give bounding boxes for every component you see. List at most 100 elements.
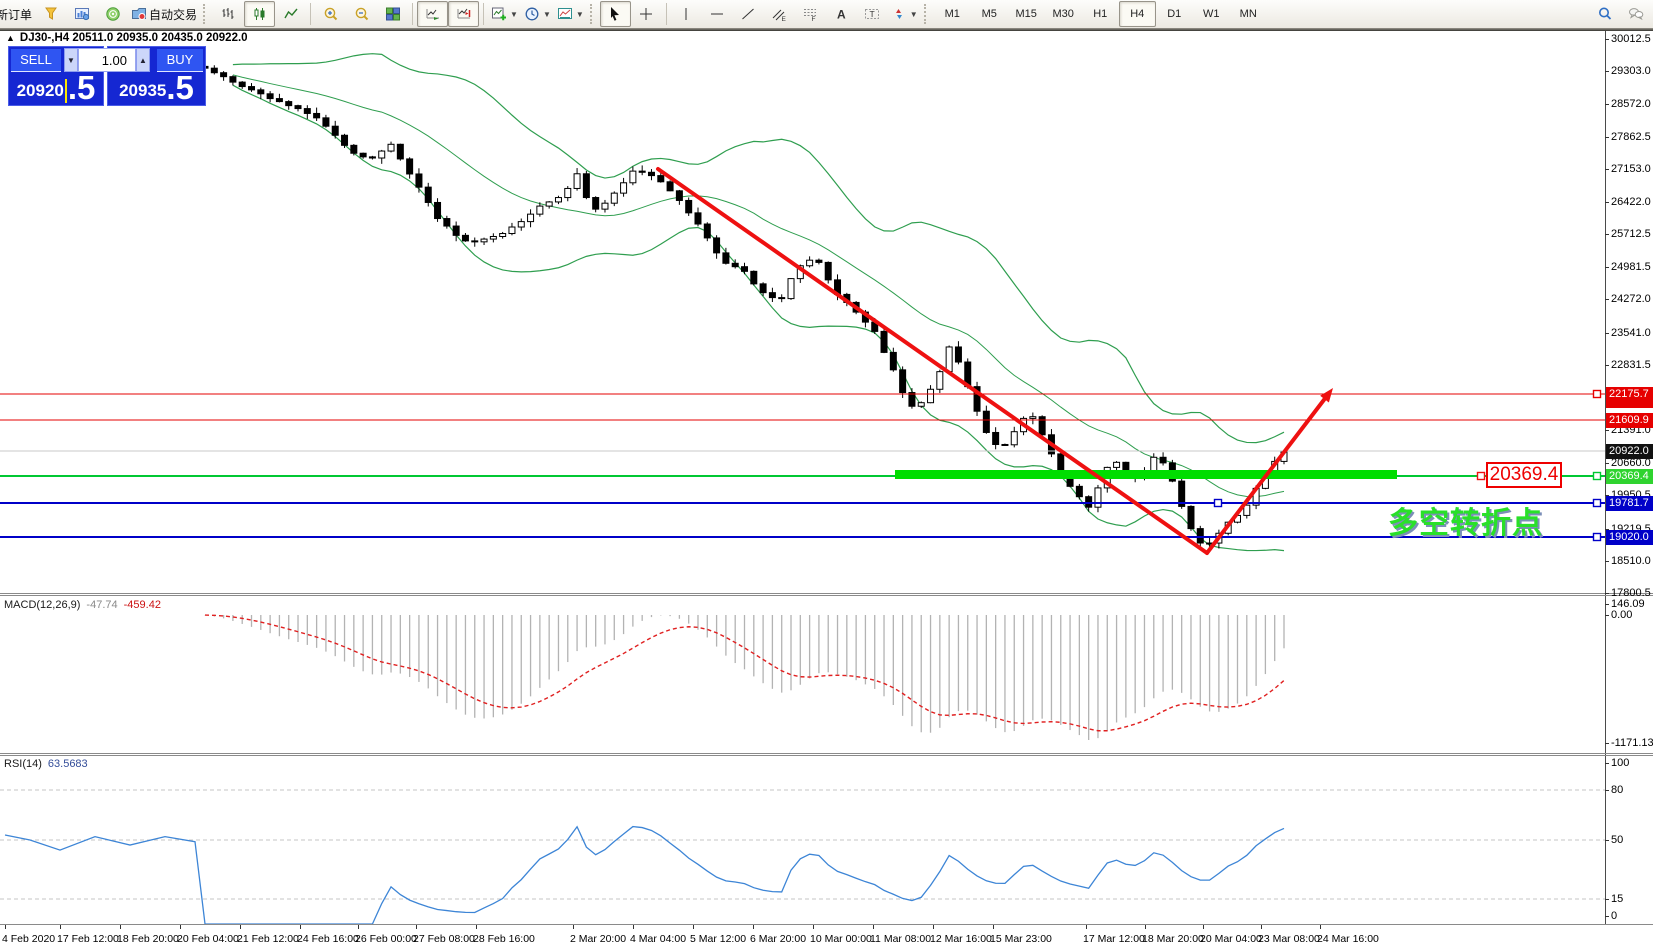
- chart-title-row: ▲ DJ30-,H4 20511.0 20935.0 20435.0 20922…: [6, 32, 248, 44]
- rsi-value: 63.5683: [48, 758, 88, 770]
- time-label: 26 Feb 00:00: [355, 933, 417, 945]
- time-tick: [300, 925, 301, 929]
- price-tick: 30012.5: [1611, 33, 1653, 45]
- time-label: 27 Feb 08:00: [413, 933, 475, 945]
- volume-up-button[interactable]: ▲: [136, 48, 150, 72]
- macd-signal-value: -459.42: [124, 599, 161, 611]
- price-tick: 27153.0: [1611, 163, 1653, 175]
- time-label: 20 Feb 04:00: [177, 933, 239, 945]
- time-label: 17 Feb 12:00: [57, 933, 119, 945]
- collapse-panel-icon[interactable]: ▲: [6, 33, 15, 43]
- time-tick: [813, 925, 814, 929]
- time-label: 4 Mar 04:00: [630, 933, 686, 945]
- time-tick: [1261, 925, 1262, 929]
- price-badge: 22175.7: [1606, 387, 1653, 402]
- sell-price[interactable]: 20920.5: [9, 73, 103, 103]
- macd-name: MACD(12,26,9): [4, 599, 80, 611]
- price-tick: 22831.5: [1611, 359, 1653, 371]
- time-tick: [993, 925, 994, 929]
- indicator-tick: 15: [1611, 893, 1653, 905]
- time-tick: [873, 925, 874, 929]
- indicator-tick: 0.00: [1611, 609, 1653, 621]
- macd-main-value: -47.74: [86, 599, 117, 611]
- time-tick: [416, 925, 417, 929]
- time-tick: [120, 925, 121, 929]
- chart-title: DJ30-,H4 20511.0 20935.0 20435.0 20922.0: [20, 32, 248, 44]
- indicator-tick: 100: [1611, 757, 1653, 769]
- price-badge: 21609.9: [1606, 413, 1653, 428]
- time-axis: 4 Feb 202017 Feb 12:0018 Feb 20:0020 Feb…: [0, 925, 1653, 949]
- price-badge: 19020.0: [1606, 530, 1653, 545]
- sell-price-main: 20920: [17, 79, 64, 103]
- time-label: 15 Mar 23:00: [990, 933, 1052, 945]
- time-label: 23 Mar 08:00: [1258, 933, 1320, 945]
- time-tick: [573, 925, 574, 929]
- price-tick: 27862.5: [1611, 131, 1653, 143]
- one-click-trading-panel: SELL 20920.5 BUY 20935.5 ▼ ▲: [8, 46, 206, 106]
- price-badge: [1606, 401, 1653, 408]
- time-tick: [933, 925, 934, 929]
- sell-price-pips: .5: [68, 73, 96, 103]
- time-tick: [1203, 925, 1204, 929]
- time-tick: [1320, 925, 1321, 929]
- indicator-tick: 0: [1611, 910, 1653, 922]
- time-label: 5 Mar 12:00: [690, 933, 746, 945]
- indicator-tick: 50: [1611, 834, 1653, 846]
- time-tick: [476, 925, 477, 929]
- rsi-label: RSI(14) 63.5683: [4, 758, 88, 770]
- time-tick: [5, 925, 6, 929]
- time-tick: [358, 925, 359, 929]
- time-label: 18 Mar 20:00: [1142, 933, 1204, 945]
- price-level-label[interactable]: 20369.4: [1486, 462, 1562, 488]
- indicator-tick: -1171.13: [1611, 737, 1653, 749]
- buy-price-main: 20935: [119, 79, 166, 103]
- time-label: 11 Mar 08:00: [870, 933, 931, 945]
- price-tick: 26422.0: [1611, 196, 1653, 208]
- mt4-terminal: 新订单自动交易▼▼▼EFAT▼M1M5M15M30H1H4D1W1MN ▲ DJ…: [0, 0, 1653, 949]
- price-badge: 20922.0: [1606, 444, 1653, 459]
- time-label: 6 Mar 20:00: [750, 933, 806, 945]
- time-label: 21 Feb 12:00: [237, 933, 299, 945]
- time-tick: [633, 925, 634, 929]
- price-tick: 23541.0: [1611, 327, 1653, 339]
- pane-splitter[interactable]: [0, 595, 1653, 596]
- price-tick: 24272.0: [1611, 293, 1653, 305]
- time-label: 10 Mar 00:00: [810, 933, 872, 945]
- time-label: 4 Feb 2020: [2, 933, 55, 945]
- time-label: 2 Mar 20:00: [570, 933, 626, 945]
- price-tick: 28572.0: [1611, 98, 1653, 110]
- price-badge: 19781.7: [1606, 496, 1653, 511]
- time-tick: [1145, 925, 1146, 929]
- price-tick: 24981.5: [1611, 261, 1653, 273]
- chart-canvas[interactable]: [0, 0, 1653, 949]
- price-badge: 20369.4: [1606, 469, 1653, 484]
- time-tick: [240, 925, 241, 929]
- macd-label: MACD(12,26,9) -47.74 -459.42: [4, 599, 161, 611]
- time-tick: [60, 925, 61, 929]
- time-label: 18 Feb 20:00: [117, 933, 179, 945]
- time-label: 24 Feb 16:00: [297, 933, 359, 945]
- time-label: 24 Mar 16:00: [1317, 933, 1379, 945]
- time-label: 17 Mar 12:00: [1083, 933, 1145, 945]
- time-label: 28 Feb 16:00: [473, 933, 535, 945]
- buy-price[interactable]: 20935.5: [108, 73, 205, 103]
- price-tick: 25712.5: [1611, 228, 1653, 240]
- turning-point-annotation[interactable]: 多空转折点: [1388, 498, 1543, 542]
- sell-button[interactable]: SELL: [11, 49, 61, 72]
- buy-price-pips: .5: [166, 73, 194, 103]
- time-label: 12 Mar 16:00: [930, 933, 992, 945]
- time-tick: [753, 925, 754, 929]
- pane-splitter[interactable]: [0, 753, 1653, 754]
- volume-down-button[interactable]: ▼: [64, 48, 78, 72]
- time-tick: [693, 925, 694, 929]
- rsi-name: RSI(14): [4, 758, 42, 770]
- indicator-tick: 80: [1611, 784, 1653, 796]
- price-tick: 29303.0: [1611, 65, 1653, 77]
- pane-splitter[interactable]: [0, 755, 1653, 756]
- volume-input[interactable]: [78, 48, 136, 72]
- pane-splitter[interactable]: [0, 593, 1653, 594]
- volume-control: ▼ ▲: [64, 48, 150, 72]
- time-tick: [1086, 925, 1087, 929]
- price-tick: 20660.0: [1611, 457, 1653, 469]
- price-tick: 18510.0: [1611, 555, 1653, 567]
